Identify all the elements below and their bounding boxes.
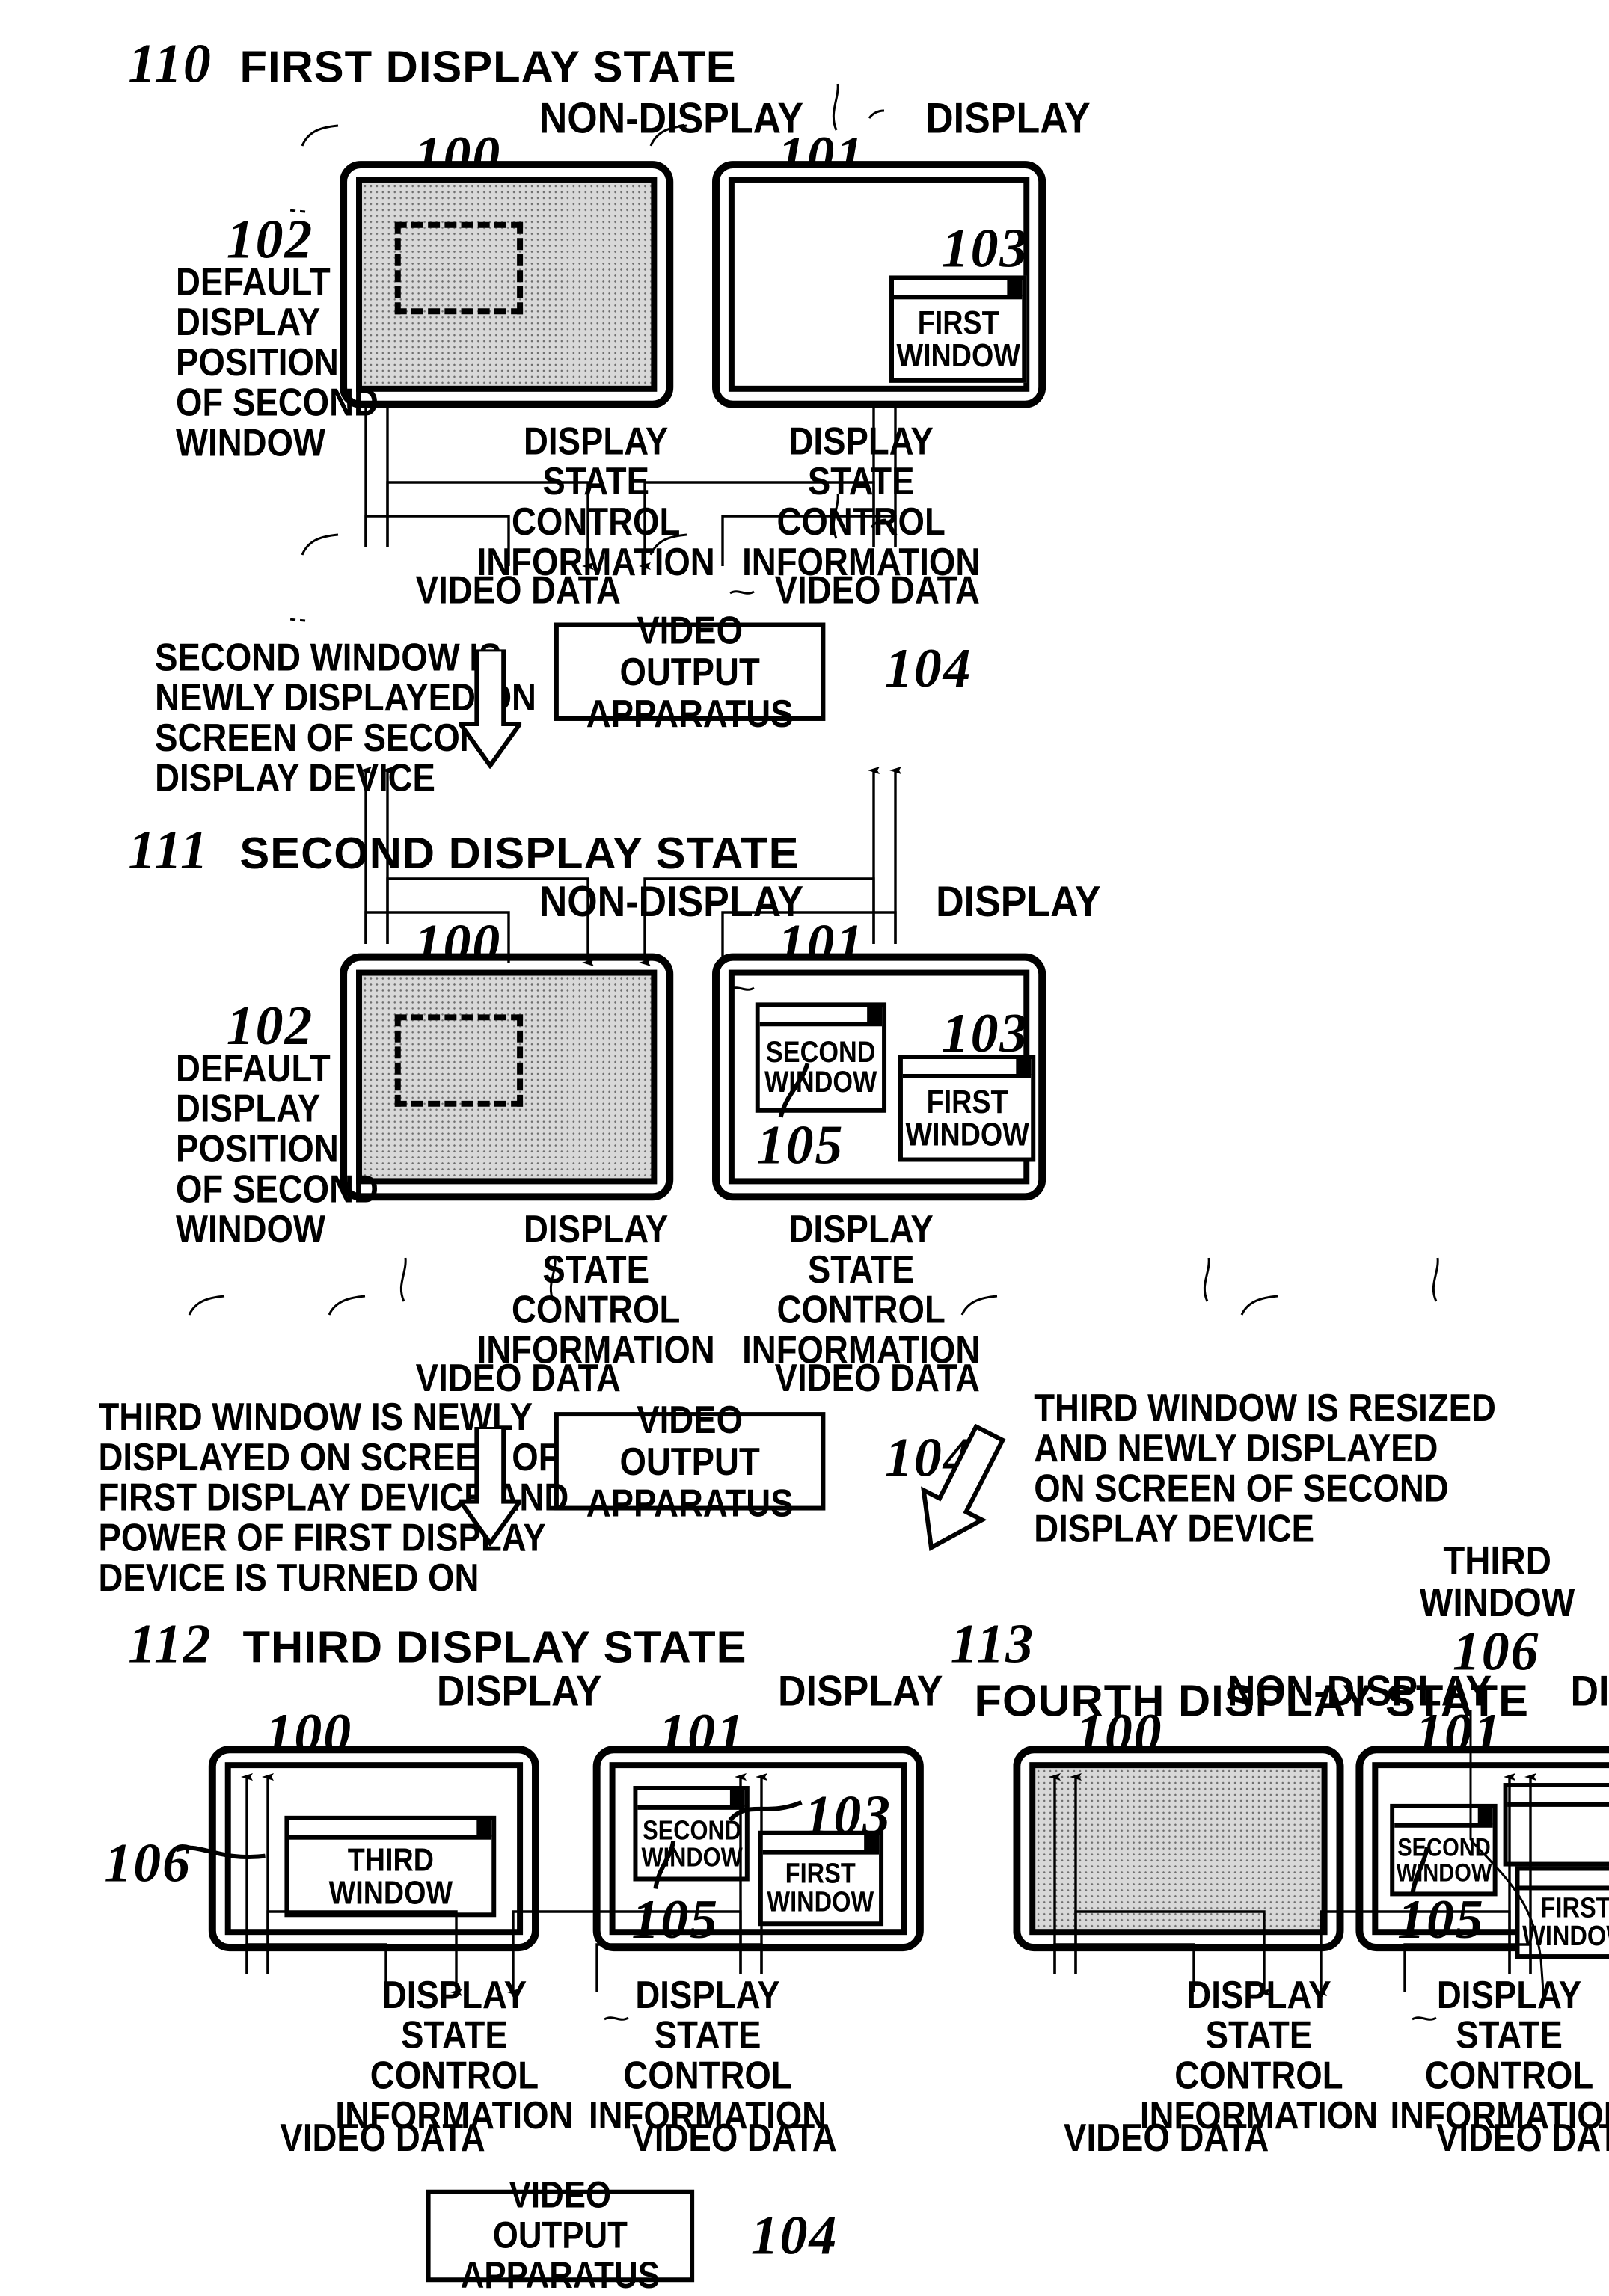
- panel-113-right-video-data-label: VIDEO DATA: [1436, 2118, 1609, 2158]
- panel-112-video-output-apparatus-104[interactable]: VIDEO OUTPUT APPARATUS: [426, 2190, 695, 2282]
- panel-112-apparatus-ref-104: 104: [751, 2205, 839, 2269]
- panel-113-arrow-network: [0, 0, 1609, 2111]
- panel-112-left-video-data-label: VIDEO DATA: [280, 2118, 485, 2158]
- apparatus-label: VIDEO OUTPUT APPARATUS: [446, 2176, 674, 2296]
- panel-112-right-video-data-label: VIDEO DATA: [631, 2118, 836, 2158]
- panel-113-left-video-data-label: VIDEO DATA: [1064, 2118, 1269, 2158]
